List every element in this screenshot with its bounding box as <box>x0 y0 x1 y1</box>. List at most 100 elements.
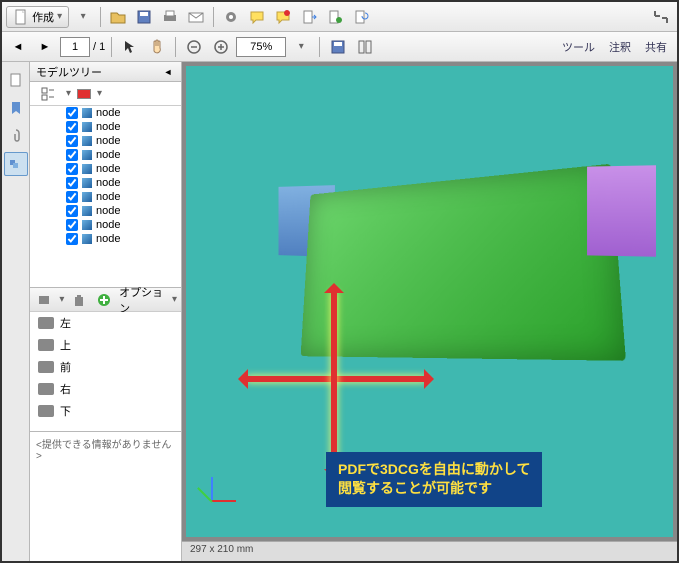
dropdown-icon[interactable]: ▾ <box>71 5 95 29</box>
cube-icon <box>82 192 92 202</box>
info-callout: PDFで3DCGを自由に動かして 閲覧することが可能です <box>326 452 542 507</box>
tree-node[interactable]: node <box>30 176 181 190</box>
axis-indicator <box>206 467 246 507</box>
view-item[interactable]: 前 <box>30 356 181 378</box>
open-icon[interactable] <box>106 5 130 29</box>
view-item[interactable]: 上 <box>30 334 181 356</box>
view-label: 下 <box>60 403 71 419</box>
zoom-input[interactable] <box>236 37 286 57</box>
zoom-in-icon[interactable] <box>209 35 233 59</box>
page-total: / 1 <box>93 41 105 53</box>
hand-icon[interactable] <box>145 35 169 59</box>
tree-node[interactable]: node <box>30 218 181 232</box>
options-dropdown[interactable]: ▾ <box>172 294 177 305</box>
tools-link[interactable]: ツール <box>556 37 601 57</box>
tree-list[interactable]: nodenodenodenodenodenodenodenodenodenode <box>30 106 181 288</box>
delete-icon[interactable] <box>68 288 89 312</box>
pointer-icon[interactable] <box>118 35 142 59</box>
node-label: node <box>96 191 120 203</box>
cube-icon <box>82 220 92 230</box>
page-input[interactable] <box>60 37 90 57</box>
save-icon[interactable] <box>132 5 156 29</box>
tab-3d-icon[interactable] <box>4 152 28 176</box>
tree-node[interactable]: node <box>30 106 181 120</box>
view-add-dropdown[interactable]: ▾ <box>59 294 64 305</box>
node-checkbox[interactable] <box>66 219 78 231</box>
model-tree-panel: モデルツリー ◄ ▾ ▾ nodenodenodenodenodenodenod… <box>30 62 182 561</box>
node-checkbox[interactable] <box>66 177 78 189</box>
view-item[interactable]: 下 <box>30 400 181 422</box>
color-dropdown[interactable]: ▾ <box>97 88 102 99</box>
tree-node[interactable]: node <box>30 204 181 218</box>
tree-node[interactable]: node <box>30 162 181 176</box>
view-label: 上 <box>60 337 71 353</box>
camera-icon <box>38 317 54 329</box>
sidebar-tabs <box>2 62 30 561</box>
comment2-icon[interactable] <box>271 5 295 29</box>
add-green-icon[interactable] <box>94 288 115 312</box>
node-checkbox[interactable] <box>66 233 78 245</box>
view-label: 前 <box>60 359 71 375</box>
zoom-dropdown-icon[interactable]: ▾ <box>289 35 313 59</box>
zoom-out-icon[interactable] <box>182 35 206 59</box>
tree-node[interactable]: node <box>30 134 181 148</box>
cube-icon <box>82 122 92 132</box>
panel-collapse-icon[interactable]: ◄ <box>161 65 175 79</box>
comment-icon[interactable] <box>245 5 269 29</box>
node-checkbox[interactable] <box>66 135 78 147</box>
view-label: 右 <box>60 381 71 397</box>
prev-page-icon[interactable]: ◄ <box>6 35 30 59</box>
view-item[interactable]: 右 <box>30 378 181 400</box>
cube-icon <box>82 164 92 174</box>
tab-pages-icon[interactable] <box>4 68 28 92</box>
layout-icon[interactable] <box>353 35 377 59</box>
node-label: node <box>96 135 120 147</box>
options-label[interactable]: オプション <box>119 284 168 316</box>
tree-node[interactable]: node <box>30 148 181 162</box>
cube-icon <box>82 206 92 216</box>
page-import-icon[interactable] <box>323 5 347 29</box>
node-checkbox[interactable] <box>66 163 78 175</box>
node-label: node <box>96 219 120 231</box>
tree-mode-dropdown[interactable]: ▾ <box>66 88 71 99</box>
share-link[interactable]: 共有 <box>639 37 673 57</box>
node-label: node <box>96 177 120 189</box>
gear-icon[interactable] <box>219 5 243 29</box>
view-add-icon[interactable] <box>34 288 55 312</box>
annotation-link[interactable]: 注釈 <box>603 37 637 57</box>
node-checkbox[interactable] <box>66 191 78 203</box>
tab-bookmark-icon[interactable] <box>4 96 28 120</box>
node-label: node <box>96 163 120 175</box>
save2-icon[interactable] <box>326 35 350 59</box>
tree-node[interactable]: node <box>30 120 181 134</box>
info-text: <提供できる情報がありません> <box>30 432 181 561</box>
color-swatch[interactable] <box>77 89 91 99</box>
node-label: node <box>96 107 120 119</box>
cube-icon <box>82 178 92 188</box>
expand-icon[interactable] <box>649 5 673 29</box>
page-refresh-icon[interactable] <box>349 5 373 29</box>
node-checkbox[interactable] <box>66 107 78 119</box>
views-list[interactable]: 左上前右下 <box>30 312 181 432</box>
tree-node[interactable]: node <box>30 232 181 246</box>
node-checkbox[interactable] <box>66 205 78 217</box>
print-icon[interactable] <box>158 5 182 29</box>
create-button[interactable]: 作成 ▾ <box>6 6 69 28</box>
mail-icon[interactable] <box>184 5 208 29</box>
page-export-icon[interactable] <box>297 5 321 29</box>
node-checkbox[interactable] <box>66 121 78 133</box>
node-checkbox[interactable] <box>66 149 78 161</box>
node-label: node <box>96 149 120 161</box>
tab-attach-icon[interactable] <box>4 124 28 148</box>
camera-icon <box>38 339 54 351</box>
panel-title: モデルツリー <box>36 64 102 80</box>
viewport: PDFで3DCGを自由に動かして 閲覧することが可能です 297 x 210 m… <box>182 62 677 561</box>
camera-icon <box>38 383 54 395</box>
view-label: 左 <box>60 315 71 331</box>
cube-icon <box>82 150 92 160</box>
tree-mode-icon[interactable] <box>36 82 60 106</box>
next-page-icon[interactable]: ► <box>33 35 57 59</box>
view-item[interactable]: 左 <box>30 312 181 334</box>
3d-canvas[interactable]: PDFで3DCGを自由に動かして 閲覧することが可能です <box>186 66 673 537</box>
tree-node[interactable]: node <box>30 190 181 204</box>
